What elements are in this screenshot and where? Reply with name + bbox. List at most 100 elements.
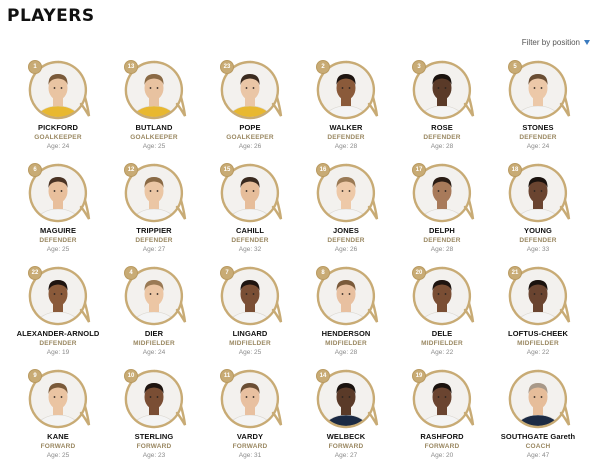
player-photo-medallion: 11 <box>217 367 283 429</box>
player-card[interactable]: 3 ROSE DEFENDER Age: 28 <box>394 58 490 161</box>
player-card[interactable]: 12 TRIPPIER DEFENDER Age: 27 <box>106 161 202 264</box>
player-photo-medallion: 6 <box>25 161 91 223</box>
player-name: MAGUIRE <box>39 226 77 235</box>
player-position: DEFENDER <box>39 340 77 347</box>
player-age: Age: 25 <box>47 246 69 253</box>
player-name: SOUTHGATE Gareth <box>500 432 576 441</box>
player-photo-medallion: 1 <box>25 58 91 120</box>
player-card[interactable]: 20 DELE MIDFIELDER Age: 22 <box>394 264 490 367</box>
player-age: Age: 24 <box>47 143 69 150</box>
player-photo-medallion: 2 <box>313 58 379 120</box>
player-position: DEFENDER <box>519 237 557 244</box>
age-label: Age: <box>142 349 157 356</box>
age-value: 20 <box>445 452 454 459</box>
player-age: Age: 33 <box>527 246 549 253</box>
player-card[interactable]: 4 DIER MIDFIELDER Age: 24 <box>106 264 202 367</box>
age-value: 22 <box>445 349 454 356</box>
player-card[interactable]: 16 JONES DEFENDER Age: 26 <box>298 161 394 264</box>
player-photo-medallion: 20 <box>409 264 475 326</box>
age-label: Age: <box>334 246 349 253</box>
player-position: DEFENDER <box>327 134 365 141</box>
player-position: FORWARD <box>328 443 364 450</box>
player-card[interactable]: 14 WELBECK FORWARD Age: 27 <box>298 367 394 470</box>
player-card[interactable]: 23 POPE GOALKEEPER Age: 26 <box>202 58 298 161</box>
player-position: DEFENDER <box>519 134 557 141</box>
player-card[interactable]: SOUTHGATE Gareth COACH Age: 47 <box>490 367 586 470</box>
player-card[interactable]: 18 YOUNG DEFENDER Age: 33 <box>490 161 586 264</box>
player-photo-medallion: 14 <box>313 367 379 429</box>
player-card[interactable]: 10 STERLING FORWARD Age: 23 <box>106 367 202 470</box>
player-name: WALKER <box>329 123 363 132</box>
age-label: Age: <box>334 349 349 356</box>
player-card[interactable]: 9 KANE FORWARD Age: 25 <box>10 367 106 470</box>
shirt-number-badge: 11 <box>220 369 234 383</box>
age-value: 25 <box>157 143 166 150</box>
shirt-number-badge: 9 <box>28 369 42 383</box>
player-card[interactable]: 5 STONES DEFENDER Age: 24 <box>490 58 586 161</box>
player-card[interactable]: 17 DELPH DEFENDER Age: 28 <box>394 161 490 264</box>
age-label: Age: <box>238 246 253 253</box>
age-label: Age: <box>46 452 61 459</box>
shirt-number-badge: 14 <box>316 369 330 383</box>
age-label: Age: <box>430 246 445 253</box>
player-name: DIER <box>144 329 164 338</box>
player-age: Age: 28 <box>335 349 357 356</box>
filter-by-position-dropdown[interactable]: Filter by position <box>522 38 590 47</box>
player-position: FORWARD <box>424 443 460 450</box>
player-card[interactable]: 15 CAHILL DEFENDER Age: 32 <box>202 161 298 264</box>
player-photo-medallion: 21 <box>505 264 571 326</box>
players-grid: 1 PICKFORD GOALKEEPER Age: 24 13 BUTLAND GOALK… <box>0 58 599 470</box>
player-card[interactable]: 21 LOFTUS-CHEEK MIDFIELDER Age: 22 <box>490 264 586 367</box>
player-photo-medallion: 4 <box>121 264 187 326</box>
player-position: DEFENDER <box>423 237 461 244</box>
age-label: Age: <box>142 246 157 253</box>
player-card[interactable]: 11 VARDY FORWARD Age: 31 <box>202 367 298 470</box>
shirt-number-badge: 18 <box>508 163 522 177</box>
player-position: MIDFIELDER <box>229 340 271 347</box>
player-position: DEFENDER <box>327 237 365 244</box>
player-name: DELPH <box>429 226 455 235</box>
shirt-number-badge: 12 <box>124 163 138 177</box>
player-age: Age: 24 <box>143 349 165 356</box>
shirt-number-badge: 10 <box>124 369 138 383</box>
player-name: BUTLAND <box>135 123 173 132</box>
player-name: PICKFORD <box>38 123 78 132</box>
player-card[interactable]: 1 PICKFORD GOALKEEPER Age: 24 <box>10 58 106 161</box>
age-label: Age: <box>46 246 61 253</box>
age-value: 27 <box>157 246 166 253</box>
player-card[interactable]: 8 HENDERSON MIDFIELDER Age: 28 <box>298 264 394 367</box>
player-photo-medallion: 8 <box>313 264 379 326</box>
player-photo-medallion: 13 <box>121 58 187 120</box>
age-value: 26 <box>349 246 358 253</box>
player-age: Age: 27 <box>335 452 357 459</box>
age-label: Age: <box>46 349 61 356</box>
player-card[interactable]: 7 LINGARD MIDFIELDER Age: 25 <box>202 264 298 367</box>
player-card[interactable]: 22 ALEXANDER-ARNOLD DEFENDER Age: 19 <box>10 264 106 367</box>
age-label: Age: <box>238 349 253 356</box>
triangle-down-icon <box>584 40 590 45</box>
age-value: 28 <box>349 143 358 150</box>
shirt-number-badge: 3 <box>412 60 426 74</box>
player-name: RASHFORD <box>420 432 464 441</box>
player-name: STERLING <box>134 432 174 441</box>
age-value: 32 <box>253 246 262 253</box>
player-card[interactable]: 2 WALKER DEFENDER Age: 28 <box>298 58 394 161</box>
age-value: 24 <box>541 143 550 150</box>
player-photo-medallion: 12 <box>121 161 187 223</box>
age-label: Age: <box>430 143 445 150</box>
player-card[interactable]: 13 BUTLAND GOALKEEPER Age: 25 <box>106 58 202 161</box>
age-value: 28 <box>445 246 454 253</box>
age-label: Age: <box>526 246 541 253</box>
player-age: Age: 28 <box>431 143 453 150</box>
player-position: COACH <box>525 443 551 450</box>
age-label: Age: <box>334 452 349 459</box>
player-card[interactable]: 6 MAGUIRE DEFENDER Age: 25 <box>10 161 106 264</box>
shirt-number-badge: 1 <box>28 60 42 74</box>
player-card[interactable]: 19 RASHFORD FORWARD Age: 20 <box>394 367 490 470</box>
shirt-number-badge: 16 <box>316 163 330 177</box>
shirt-number-badge: 5 <box>508 60 522 74</box>
age-label: Age: <box>142 143 157 150</box>
player-position: MIDFIELDER <box>133 340 175 347</box>
player-position: MIDFIELDER <box>517 340 559 347</box>
shirt-number-badge: 15 <box>220 163 234 177</box>
